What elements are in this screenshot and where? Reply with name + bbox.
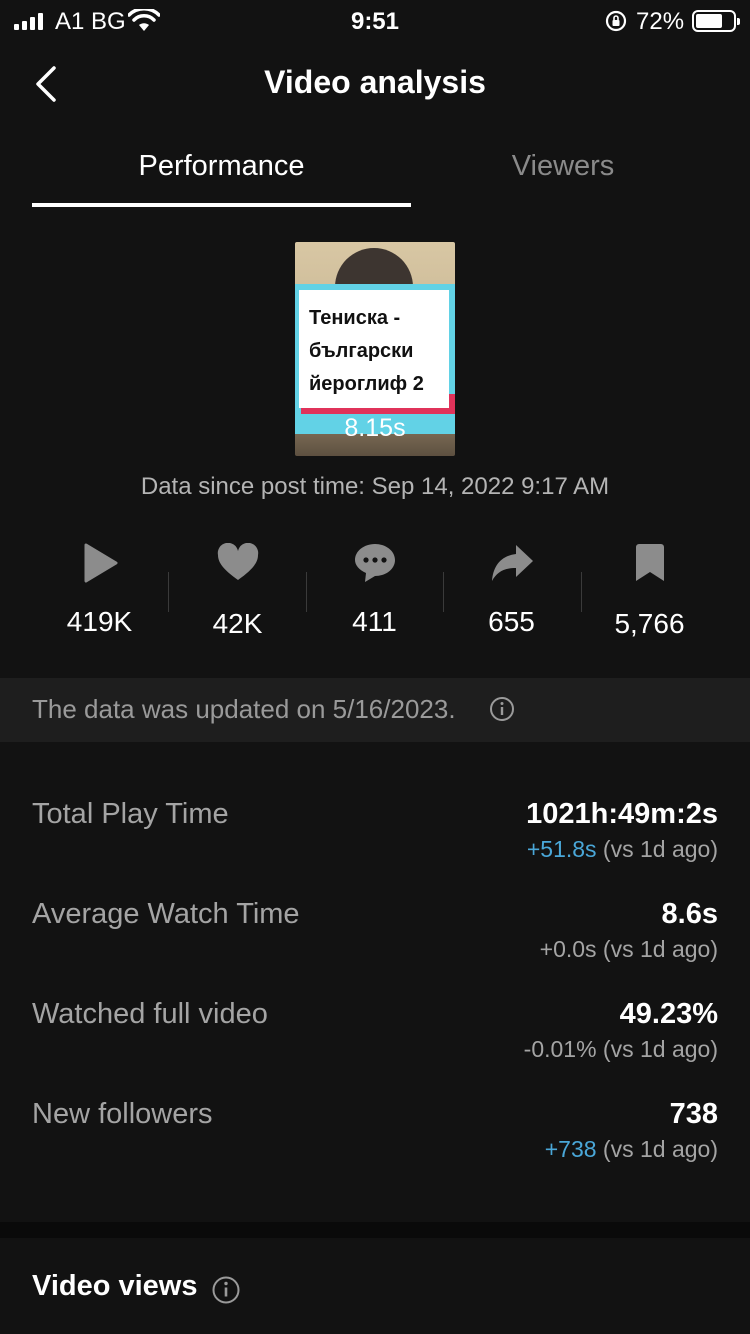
metric-delta: +738 (vs 1d ago) (545, 1136, 718, 1163)
stat-shares: 655 (443, 540, 580, 638)
stat-value: 655 (488, 606, 535, 637)
section-divider (0, 1222, 750, 1238)
orientation-lock-icon (604, 9, 628, 38)
thumbnail-caption-line: Тениска - (309, 307, 401, 329)
metric-delta: +0.0s (vs 1d ago) (540, 936, 718, 963)
stat-likes: 42K (169, 540, 306, 640)
delta-value: +738 (544, 1136, 597, 1162)
stat-comments: 411 (306, 540, 443, 638)
thumbnail-caption-line: български (309, 340, 414, 362)
update-banner: The data was updated on 5/16/2023. (0, 678, 750, 742)
delta-value: -0.01% (523, 1036, 597, 1062)
post-time: Data since post time: Sep 14, 2022 9:17 … (140, 473, 610, 500)
metric-label: Average Watch Time (32, 898, 300, 930)
metric-label: Total Play Time (32, 798, 229, 830)
delta-suffix: (vs 1d ago) (596, 836, 718, 862)
page-title: Video analysis (264, 64, 486, 100)
tab-viewers[interactable]: Viewers (408, 150, 718, 183)
stat-value: 419K (66, 606, 133, 637)
info-icon[interactable] (489, 696, 515, 727)
metric-delta: -0.01% (vs 1d ago) (524, 1036, 718, 1063)
stat-saves: 5,766 (581, 540, 718, 640)
metric-label: New followers (32, 1098, 213, 1130)
bookmark-icon (581, 540, 718, 586)
metric-delta: +51.8s (vs 1d ago) (527, 836, 718, 863)
delta-suffix: (vs 1d ago) (596, 936, 718, 962)
delta-value: +51.8s (526, 836, 597, 862)
stat-value: 411 (352, 606, 397, 637)
tab-performance[interactable]: Performance (32, 150, 411, 183)
metric-label: Watched full video (32, 998, 268, 1030)
video-duration: 8.15s (344, 414, 406, 442)
active-tab-indicator (32, 203, 411, 207)
video-views-title: Video views (32, 1270, 198, 1302)
thumbnail-caption-card: Тениска - български йероглиф 2 (299, 290, 449, 408)
heart-icon (169, 540, 306, 586)
battery-percentage: 72% (636, 8, 685, 35)
stat-value: 42K (212, 608, 263, 639)
battery-icon (692, 10, 740, 32)
video-thumbnail[interactable]: Тениска - български йероглиф 2 8.15s (295, 242, 455, 456)
metric-value: 49.23% (619, 998, 718, 1030)
delta-suffix: (vs 1d ago) (596, 1136, 718, 1162)
metric-value: 738 (669, 1098, 718, 1130)
thumbnail-caption-line: йероглиф 2 (309, 373, 424, 395)
metric-value: 1021h:49m:2s (526, 798, 718, 830)
delta-suffix: (vs 1d ago) (596, 1036, 718, 1062)
stat-value: 5,766 (614, 608, 685, 639)
play-icon (31, 540, 168, 586)
info-icon[interactable] (211, 1275, 241, 1310)
metric-value: 8.6s (661, 898, 718, 930)
share-icon (443, 540, 580, 586)
update-notice: The data was updated on 5/16/2023. (32, 694, 456, 724)
status-bar: A1 BG 9:51 72% (0, 0, 750, 44)
stat-plays: 419K (31, 540, 168, 638)
comment-icon (306, 540, 443, 586)
delta-value: +0.0s (539, 936, 597, 962)
